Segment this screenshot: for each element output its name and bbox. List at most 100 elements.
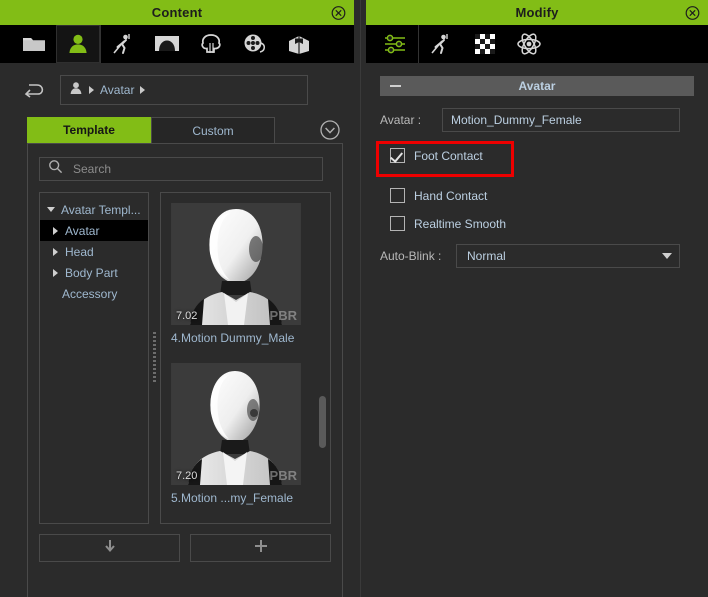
chevron-down-icon[interactable]	[662, 253, 672, 259]
checkbox-hand-contact[interactable]: Hand Contact	[390, 188, 487, 203]
search-input[interactable]	[71, 161, 305, 177]
checkbox-foot-contact[interactable]: Foot Contact	[390, 148, 483, 163]
package-box-icon	[287, 33, 311, 55]
application-window: Content Avatar Template Custom Search Av…	[0, 0, 708, 597]
tri-right-icon[interactable]	[50, 247, 60, 256]
section-header-avatar[interactable]: Avatar	[380, 76, 694, 96]
modify-body: Avatar Avatar : Motion_Dummy_Female Foot…	[366, 63, 708, 597]
modify-panel: Modify Avatar Avatar: Motion_Dummy_Fema…	[366, 0, 708, 597]
tree-item-accessory[interactable]: Accessory	[40, 283, 148, 304]
tab-template[interactable]: Template	[27, 117, 151, 143]
icon-tab-attribute[interactable]	[374, 25, 418, 63]
list-item[interactable]: 7.20 PBR 5.Motion ...my_Female	[171, 363, 301, 505]
breadcrumb-separator-icon	[140, 86, 146, 94]
checkbox-label: Hand Contact	[414, 188, 488, 203]
auto-blink-value: Normal	[467, 249, 506, 263]
content-icon-tabstrip	[0, 25, 354, 63]
icon-tab-prop[interactable]	[189, 25, 233, 63]
thumbnail-grid: 7.02 PBR 4.Motion Dummy_Male 7.20 PBR 5.…	[160, 192, 331, 524]
version-badge: 7.02	[176, 310, 198, 322]
back-arrow-icon[interactable]	[14, 75, 56, 105]
auto-blink-select[interactable]: Normal	[456, 244, 680, 268]
film-reel-icon	[242, 33, 268, 55]
icon-tab-folder[interactable]	[12, 25, 56, 63]
icon-tab-motion[interactable]	[418, 25, 463, 63]
search-icon	[48, 159, 63, 179]
pbr-badge: PBR	[269, 308, 297, 323]
icon-tab-avatar[interactable]	[56, 25, 100, 63]
pbr-badge: PBR	[269, 468, 297, 483]
thumbnail-image[interactable]: 7.02 PBR	[171, 203, 301, 325]
content-titlebar: Content	[0, 0, 354, 25]
close-icon[interactable]	[685, 5, 700, 20]
section-title: Avatar	[518, 79, 556, 93]
tree-item-label: Accessory	[62, 286, 118, 301]
avatar-field-label: Avatar :	[380, 113, 422, 127]
folder-icon	[22, 34, 46, 54]
tab-custom[interactable]: Custom	[151, 117, 275, 143]
close-icon[interactable]	[331, 5, 346, 20]
tree-prop-icon	[199, 33, 223, 55]
add-button[interactable]	[190, 534, 331, 562]
modify-titlebar: Modify	[366, 0, 708, 25]
avatar-field-row: Avatar : Motion_Dummy_Female	[380, 108, 680, 132]
breadcrumb-item-avatar[interactable]: Avatar	[100, 83, 134, 97]
motion-pose-icon	[429, 32, 453, 56]
down-arrow-icon	[103, 538, 117, 559]
modify-icon-tabstrip	[366, 25, 708, 63]
avatar-person-icon	[67, 33, 89, 55]
sliders-attribute-icon	[383, 33, 409, 55]
pane-splitter[interactable]	[151, 192, 158, 524]
avatar-bust-illustration	[172, 363, 300, 485]
avatar-name-input[interactable]: Motion_Dummy_Female	[442, 108, 680, 132]
motion-pose-icon	[111, 32, 135, 56]
tree-item-avatar[interactable]: Avatar	[40, 220, 148, 241]
content-panel-title: Content	[151, 5, 203, 20]
checkbox-realtime-smooth[interactable]: Realtime Smooth	[390, 216, 506, 231]
icon-tab-scene[interactable]	[145, 25, 189, 63]
list-item[interactable]: 7.02 PBR 4.Motion Dummy_Male	[171, 203, 301, 345]
splitter-grip-icon	[153, 332, 156, 384]
checkbox-icon[interactable]	[390, 148, 405, 163]
category-tree: Avatar Templ... Avatar Head Body Part Ac…	[39, 192, 149, 524]
thumbnail-label: 5.Motion ...my_Female	[171, 491, 294, 505]
chevron-down-circle-icon[interactable]	[317, 117, 343, 143]
breadcrumb[interactable]: Avatar	[60, 75, 308, 105]
browser-content-box: Avatar Templ... Avatar Head Body Pa	[27, 143, 343, 597]
tri-right-icon[interactable]	[50, 268, 60, 277]
checkbox-icon[interactable]	[390, 216, 405, 231]
checker-material-icon	[473, 32, 497, 56]
template-custom-tabs: Template Custom	[27, 117, 343, 143]
modify-panel-title: Modify	[515, 5, 559, 20]
icon-tab-package[interactable]	[277, 25, 321, 63]
tree-item-label: Body Part	[65, 265, 118, 280]
content-panel: Content Avatar Template Custom Search Av…	[0, 0, 354, 597]
checkbox-icon[interactable]	[390, 188, 405, 203]
thumbnail-scrollbar[interactable]	[319, 396, 326, 448]
tree-item-label: Head	[65, 244, 94, 259]
download-button[interactable]	[39, 534, 180, 562]
breadcrumb-separator-icon	[89, 86, 94, 94]
icon-tab-material[interactable]	[463, 25, 507, 63]
thumbnail-label: 4.Motion Dummy_Male	[171, 331, 295, 345]
tree-item-avatar-template[interactable]: Avatar Templ...	[40, 199, 148, 220]
plus-icon	[253, 538, 269, 559]
checkbox-label: Realtime Smooth	[414, 216, 507, 231]
icon-tab-motion[interactable]	[100, 25, 145, 63]
icon-tab-physics[interactable]	[507, 25, 551, 63]
avatar-bust-illustration	[172, 203, 300, 325]
panel-divider	[360, 0, 361, 597]
footer-button-row	[39, 534, 331, 562]
icon-tab-media[interactable]	[233, 25, 277, 63]
stage-scene-icon	[154, 34, 180, 54]
search-box[interactable]	[39, 157, 323, 181]
auto-blink-row: Auto-Blink : Normal	[380, 244, 680, 268]
tree-item-head[interactable]: Head	[40, 241, 148, 262]
tree-item-label: Avatar	[65, 223, 100, 238]
auto-blink-label: Auto-Blink :	[380, 249, 442, 263]
tri-right-icon[interactable]	[50, 226, 60, 235]
atom-physics-icon	[516, 32, 542, 56]
thumbnail-image[interactable]: 7.20 PBR	[171, 363, 301, 485]
tri-down-icon[interactable]	[46, 207, 56, 212]
tree-item-body-part[interactable]: Body Part	[40, 262, 148, 283]
